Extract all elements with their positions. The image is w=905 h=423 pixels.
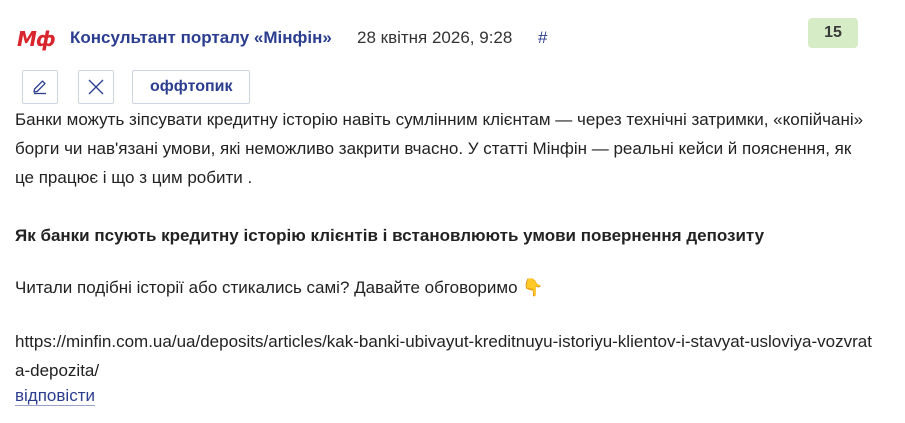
permalink-anchor[interactable]: # bbox=[538, 28, 547, 48]
offtopic-button[interactable]: оффтопик bbox=[132, 70, 251, 104]
comment-paragraph: Банки можуть зіпсувати кредитну історію … bbox=[15, 110, 864, 187]
reply-link[interactable]: відповісти bbox=[15, 386, 95, 406]
comment-date: 28 квітня 2026, 9:28 bbox=[357, 28, 513, 47]
author-link[interactable]: Консультант порталу «Мінфін» bbox=[70, 28, 332, 48]
minfin-logo: Мф bbox=[17, 27, 56, 51]
pencil-icon bbox=[33, 80, 46, 95]
close-icon bbox=[88, 79, 104, 95]
comment-paragraph: Читали подібні історії або стикались сам… bbox=[15, 278, 544, 297]
article-heading: Як банки псують кредитну історію клієнті… bbox=[15, 226, 765, 245]
comment-header: Мф Консультант порталу «Мінфін» 28 квітн… bbox=[17, 18, 887, 52]
edit-button[interactable] bbox=[22, 70, 58, 104]
comment-body: Банки можуть зіпсувати кредитну історію … bbox=[15, 105, 875, 385]
article-url[interactable]: https://minfin.com.ua/ua/deposits/articl… bbox=[15, 327, 875, 385]
rating-badge: 15 bbox=[808, 18, 858, 48]
delete-button[interactable] bbox=[78, 70, 114, 104]
